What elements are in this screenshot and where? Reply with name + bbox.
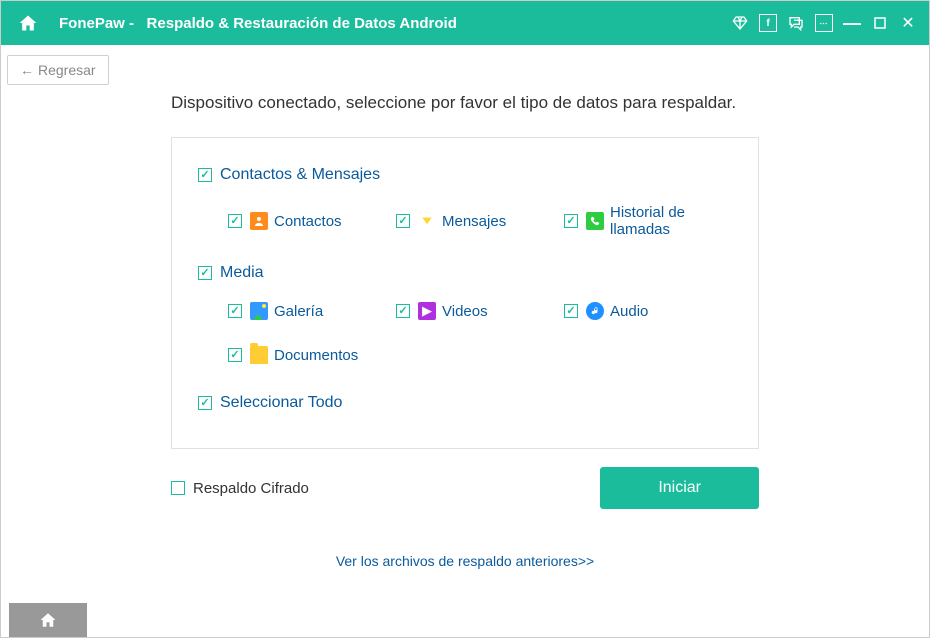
app-title: FonePaw - Respaldo & Restauración de Dat…	[59, 15, 731, 32]
audio-icon	[586, 302, 604, 320]
item-label: Videos	[442, 303, 488, 320]
checkbox-contactos[interactable]	[228, 214, 242, 228]
item-label: Audio	[610, 303, 648, 320]
category-label: Contactos & Mensajes	[220, 166, 380, 184]
messages-icon: ▼	[418, 215, 436, 228]
checkbox-select-all[interactable]	[198, 396, 212, 410]
main-content: Dispositivo conectado, seleccione por fa…	[1, 93, 929, 571]
titlebar: FonePaw - Respaldo & Restauración de Dat…	[1, 1, 929, 45]
item-videos[interactable]: ▶ Videos	[396, 302, 564, 320]
footer-row: Respaldo Cifrado Iniciar	[171, 467, 759, 509]
bottom-home-tab[interactable]	[9, 603, 87, 637]
phone-icon	[586, 212, 604, 230]
previous-backups-row: Ver los archivos de respaldo anteriores>…	[61, 553, 869, 571]
close-button[interactable]: ✕	[899, 14, 917, 32]
gallery-icon	[250, 302, 268, 320]
previous-backups-link[interactable]: Ver los archivos de respaldo anteriores>…	[336, 553, 594, 569]
category-label: Seleccionar Todo	[220, 394, 342, 412]
data-type-panel: Contactos & Mensajes Contactos ▼ Mensaje…	[171, 137, 759, 449]
checkbox-galeria[interactable]	[228, 304, 242, 318]
window-controls: f ⋯ — ✕	[731, 14, 917, 32]
instruction-text: Dispositivo conectado, seleccione por fa…	[171, 93, 869, 113]
chat-icon[interactable]	[787, 14, 805, 32]
item-label: Contactos	[274, 213, 342, 230]
item-historial[interactable]: Historial de llamadas	[564, 204, 732, 238]
checkbox-audio[interactable]	[564, 304, 578, 318]
brand: FonePaw	[59, 15, 125, 32]
back-button[interactable]: ← Regresar	[7, 55, 109, 85]
checkbox-mensajes[interactable]	[396, 214, 410, 228]
item-documentos[interactable]: Documentos	[228, 346, 428, 364]
item-contactos[interactable]: Contactos	[228, 204, 396, 238]
items-row-contacts: Contactos ▼ Mensajes Historial de llamad…	[228, 204, 732, 238]
item-label: Documentos	[274, 347, 358, 364]
menu-icon[interactable]: ⋯	[815, 14, 833, 32]
checkbox-documentos[interactable]	[228, 348, 242, 362]
minimize-button[interactable]: —	[843, 14, 861, 32]
item-label: Historial de llamadas	[610, 204, 732, 238]
diamond-icon[interactable]	[731, 14, 749, 32]
category-select-all[interactable]: Seleccionar Todo	[198, 394, 732, 412]
maximize-button[interactable]	[871, 14, 889, 32]
checkbox-encrypted[interactable]	[171, 481, 185, 495]
checkbox-contacts-messages[interactable]	[198, 168, 212, 182]
items-row-media-1: Galería ▶ Videos Audio	[228, 302, 732, 320]
start-button[interactable]: Iniciar	[600, 467, 759, 509]
folder-icon	[250, 346, 268, 364]
back-label: Regresar	[38, 62, 96, 78]
item-label: Mensajes	[442, 213, 506, 230]
home-button[interactable]	[13, 8, 43, 38]
encrypted-backup-toggle[interactable]: Respaldo Cifrado	[171, 480, 309, 497]
contacts-icon	[250, 212, 268, 230]
item-audio[interactable]: Audio	[564, 302, 732, 320]
checkbox-historial[interactable]	[564, 214, 578, 228]
category-label: Media	[220, 264, 264, 282]
encrypted-label: Respaldo Cifrado	[193, 480, 309, 497]
item-label: Galería	[274, 303, 323, 320]
facebook-icon[interactable]: f	[759, 14, 777, 32]
category-media[interactable]: Media	[198, 264, 732, 282]
item-mensajes[interactable]: ▼ Mensajes	[396, 204, 564, 238]
item-galeria[interactable]: Galería	[228, 302, 396, 320]
checkbox-videos[interactable]	[396, 304, 410, 318]
items-row-media-2: Documentos	[228, 346, 732, 364]
videos-icon: ▶	[418, 302, 436, 320]
checkbox-media[interactable]	[198, 266, 212, 280]
subtitle: Respaldo & Restauración de Datos Android	[147, 15, 457, 32]
category-contacts-messages[interactable]: Contactos & Mensajes	[198, 166, 732, 184]
arrow-left-icon: ←	[20, 62, 34, 78]
